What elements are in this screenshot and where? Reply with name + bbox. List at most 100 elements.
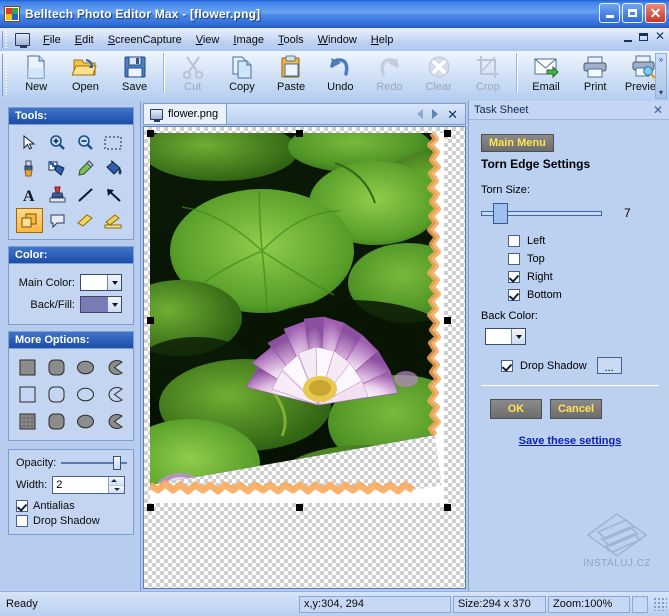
menu-window[interactable]: Window [311, 31, 364, 49]
toolbar-drag-grip[interactable] [2, 54, 10, 96]
tab-next-icon[interactable] [432, 109, 438, 119]
edge-right-checkbox[interactable] [508, 271, 520, 283]
main-color-picker[interactable] [80, 274, 122, 291]
toolbar-crop-button[interactable]: Crop [463, 51, 512, 99]
close-button[interactable]: ✕ [645, 3, 666, 23]
width-spinner-down[interactable] [109, 486, 124, 494]
shape-filled-rounded-square[interactable] [43, 354, 71, 380]
menu-image[interactable]: Image [226, 31, 271, 49]
ts-drop-shadow-row[interactable]: Drop Shadow ... [501, 357, 659, 374]
opacity-slider[interactable] [61, 456, 127, 470]
shape-hatched-pie[interactable] [101, 408, 129, 434]
menu-tools[interactable]: Tools [271, 31, 311, 49]
toolbar-undo-button[interactable]: Undo [316, 51, 365, 99]
minimize-button[interactable] [599, 3, 620, 23]
mdi-minimize-icon[interactable] [624, 40, 632, 42]
selection-handle-tl[interactable] [147, 130, 154, 137]
tool-stamp[interactable] [44, 182, 71, 207]
tool-pattern-fill[interactable] [44, 156, 71, 181]
edge-left-row[interactable]: Left [508, 235, 659, 247]
edge-bottom-row[interactable]: Bottom [508, 289, 659, 301]
toolbar-redo-button[interactable]: Redo [365, 51, 414, 99]
menu-help[interactable]: Help [364, 31, 401, 49]
tab-prev-icon[interactable] [417, 109, 423, 119]
tool-select-arrow[interactable] [16, 130, 43, 155]
tool-line[interactable] [72, 182, 99, 207]
maximize-button[interactable] [622, 3, 643, 23]
edge-right-row[interactable]: Right [508, 271, 659, 283]
mdi-restore-icon[interactable] [639, 33, 648, 41]
menu-screencapture[interactable]: ScreenCapture [101, 31, 189, 49]
selection-handle-tr[interactable] [444, 130, 451, 137]
document-tab-flower[interactable]: flower.png [144, 104, 227, 124]
edge-left-checkbox[interactable] [508, 235, 520, 247]
toolbar-cut-button[interactable]: Cut [168, 51, 217, 99]
torn-size-slider-knob[interactable] [493, 203, 508, 224]
shape-hatched-square[interactable] [14, 408, 42, 434]
image-canvas[interactable] [143, 126, 466, 589]
width-input[interactable] [53, 477, 108, 493]
antialias-checkbox[interactable] [16, 500, 28, 512]
toolbar-clear-button[interactable]: Clear [414, 51, 463, 99]
tool-marquee-select[interactable] [100, 130, 127, 155]
save-settings-link[interactable]: Save these settings [481, 435, 659, 447]
toolbar-open-button[interactable]: Open [61, 51, 110, 99]
edge-bottom-checkbox[interactable] [508, 289, 520, 301]
menu-drag-grip[interactable] [2, 31, 10, 48]
shape-filled-square[interactable] [14, 354, 42, 380]
shape-outline-square[interactable] [14, 381, 42, 407]
antialias-row[interactable]: Antialias [16, 500, 127, 512]
width-spinner[interactable] [108, 477, 124, 493]
tab-close-icon[interactable]: ✕ [447, 109, 458, 120]
toolbar-paste-button[interactable]: Paste [267, 51, 316, 99]
shape-hatched-ellipse[interactable] [72, 408, 100, 434]
cancel-button[interactable]: Cancel [550, 399, 602, 419]
toolbar-overflow-button[interactable]: » ▾ [655, 53, 667, 99]
ok-button[interactable]: OK [490, 399, 542, 419]
shape-filled-ellipse[interactable] [72, 354, 100, 380]
menu-file[interactable]: FFileile [36, 31, 68, 49]
back-fill-dropdown-icon[interactable] [107, 297, 121, 312]
shape-outline-ellipse[interactable] [72, 381, 100, 407]
tool-paint-brush[interactable] [16, 156, 43, 181]
back-fill-picker[interactable] [80, 296, 122, 313]
edge-top-checkbox[interactable] [508, 253, 520, 265]
main-color-dropdown-icon[interactable] [107, 275, 121, 290]
tool-torn-edge[interactable] [16, 208, 43, 233]
drop-shadow-row[interactable]: Drop Shadow [16, 515, 127, 527]
tool-text[interactable]: A [16, 182, 43, 207]
toolbar-email-button[interactable]: Email [521, 51, 570, 99]
tool-highlighter[interactable] [72, 208, 99, 233]
main-menu-button[interactable]: Main Menu [481, 134, 554, 152]
selection-handle-tc[interactable] [296, 130, 303, 137]
mdi-close-icon[interactable]: ✕ [655, 31, 665, 42]
opacity-slider-knob[interactable] [113, 456, 121, 470]
resize-grip[interactable] [653, 597, 667, 611]
shape-filled-pie[interactable] [101, 354, 129, 380]
selection-handle-bl[interactable] [147, 504, 154, 511]
tool-zoom-out[interactable] [72, 130, 99, 155]
shape-outline-pie[interactable] [101, 381, 129, 407]
drop-shadow-options-button[interactable]: ... [597, 357, 622, 374]
edge-top-row[interactable]: Top [508, 253, 659, 265]
task-sheet-close-icon[interactable]: ✕ [653, 103, 663, 117]
back-color-picker[interactable] [485, 328, 526, 345]
tool-callout-balloon[interactable] [44, 208, 71, 233]
menu-view[interactable]: View [189, 31, 227, 49]
toolbar-save-button[interactable]: Save [110, 51, 159, 99]
tool-marker-pen[interactable] [100, 208, 127, 233]
ts-drop-shadow-checkbox[interactable] [501, 360, 513, 372]
torn-size-slider[interactable] [481, 202, 602, 224]
width-spinner-up[interactable] [109, 477, 124, 486]
width-stepper[interactable] [52, 476, 125, 494]
tool-arrow[interactable] [100, 182, 127, 207]
toolbar-new-button[interactable]: New [12, 51, 61, 99]
back-color-dropdown-icon[interactable] [511, 329, 525, 344]
tool-zoom-in[interactable] [44, 130, 71, 155]
selection-handle-ml[interactable] [147, 317, 154, 324]
shape-hatched-rounded-square[interactable] [43, 408, 71, 434]
selection-handle-bc[interactable] [296, 504, 303, 511]
image-content[interactable] [150, 133, 444, 503]
tool-paint-bucket[interactable] [100, 156, 127, 181]
toolbar-print-button[interactable]: Print [571, 51, 620, 99]
